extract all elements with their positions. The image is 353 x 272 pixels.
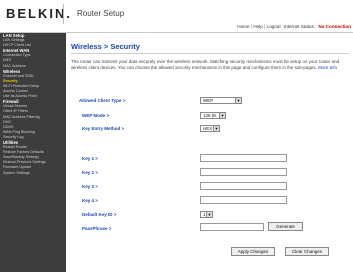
wep-mode-select[interactable]: 128 bit ▼ — [200, 112, 226, 119]
chevron-down-icon: ▼ — [213, 126, 219, 131]
logo-divider — [63, 4, 64, 24]
key3-input[interactable] — [200, 182, 287, 190]
passphrase-label-text: PassPhrase — [82, 226, 108, 231]
app-title: Router Setup — [77, 9, 125, 18]
label-arrow: > — [95, 170, 98, 175]
wep-mode-label: WEP Mode > — [82, 113, 109, 118]
more-info-link[interactable]: More Info — [318, 65, 337, 70]
default-key-id-select[interactable]: 1 ▼ — [200, 211, 213, 218]
sidebar-item-system-settings[interactable]: System Settings — [0, 171, 66, 176]
chevron-down-icon: ▼ — [235, 98, 241, 103]
passphrase-label: PassPhrase > — [82, 226, 111, 231]
label-arrow: > — [95, 198, 98, 203]
chevron-down-icon: ▼ — [219, 113, 225, 118]
allowed-client-type-label-text: Allowed Client Type — [79, 98, 122, 103]
chevron-down-icon: ▼ — [206, 212, 212, 217]
key3-label-text: Key 3 — [82, 184, 95, 189]
allowed-client-type-select[interactable]: WEP ▼ — [200, 97, 242, 104]
key1-input[interactable] — [200, 154, 287, 162]
main-content: Wireless > Security The router can trans… — [66, 33, 353, 272]
internet-status-label: Internet Status: — [283, 24, 316, 29]
key-entry-method-select[interactable]: HEX ▼ — [200, 125, 220, 132]
title-divider — [71, 53, 349, 54]
label-arrow: > — [122, 98, 126, 103]
default-key-id-label-text: Default Key ID — [82, 212, 113, 217]
key-entry-method-label: Key Entry Method > — [82, 126, 124, 131]
key4-label-text: Key 4 — [82, 198, 95, 203]
key2-input[interactable] — [200, 168, 287, 176]
default-key-id-label: Default Key ID > — [82, 212, 116, 217]
key3-label: Key 3 > — [82, 184, 98, 189]
description-text: The router can transmit your data secure… — [71, 59, 340, 70]
sidebar-nav: LAN Setup LAN Settings DHCP Client List … — [0, 33, 66, 272]
passphrase-input[interactable] — [200, 223, 264, 231]
label-arrow: > — [106, 113, 110, 118]
clear-changes-button[interactable]: Clear Changes — [285, 247, 329, 256]
apply-changes-button[interactable]: Apply Changes — [231, 247, 275, 256]
label-arrow: > — [95, 184, 98, 189]
key4-label: Key 4 > — [82, 198, 98, 203]
key4-input[interactable] — [200, 196, 287, 204]
key2-label-text: Key 2 — [82, 170, 95, 175]
nav-separator: | — [250, 24, 253, 29]
allowed-client-type-label: Allowed Client Type > — [79, 98, 125, 103]
key-entry-method-value: HEX — [203, 126, 213, 131]
help-link[interactable]: Help — [253, 24, 262, 29]
wep-mode-value: 128 bit — [203, 113, 217, 118]
page-description: The router can transmit your data secure… — [71, 59, 349, 71]
logout-link[interactable]: Logout — [267, 24, 281, 29]
internet-status-value: No Connection — [318, 24, 351, 29]
wep-mode-label-text: WEP Mode — [82, 113, 106, 118]
allowed-client-type-value: WEP — [203, 98, 214, 103]
key-entry-method-label-text: Key Entry Method — [82, 126, 121, 131]
page-title: Wireless > Security — [71, 42, 140, 51]
label-arrow: > — [121, 126, 125, 131]
key1-label-text: Key 1 — [82, 156, 95, 161]
generate-button[interactable]: Generate — [268, 222, 303, 231]
label-arrow: > — [95, 156, 98, 161]
nav-separator: | — [264, 24, 266, 29]
key1-label: Key 1 > — [82, 156, 98, 161]
home-link[interactable]: Home — [237, 24, 249, 29]
header-bar: BELKIN. Router Setup Home | Help | Logou… — [0, 0, 353, 33]
top-nav: Home | Help | Logout Internet Status: No… — [237, 24, 351, 29]
key2-label: Key 2 > — [82, 170, 98, 175]
label-arrow: > — [108, 226, 112, 231]
label-arrow: > — [113, 212, 117, 217]
